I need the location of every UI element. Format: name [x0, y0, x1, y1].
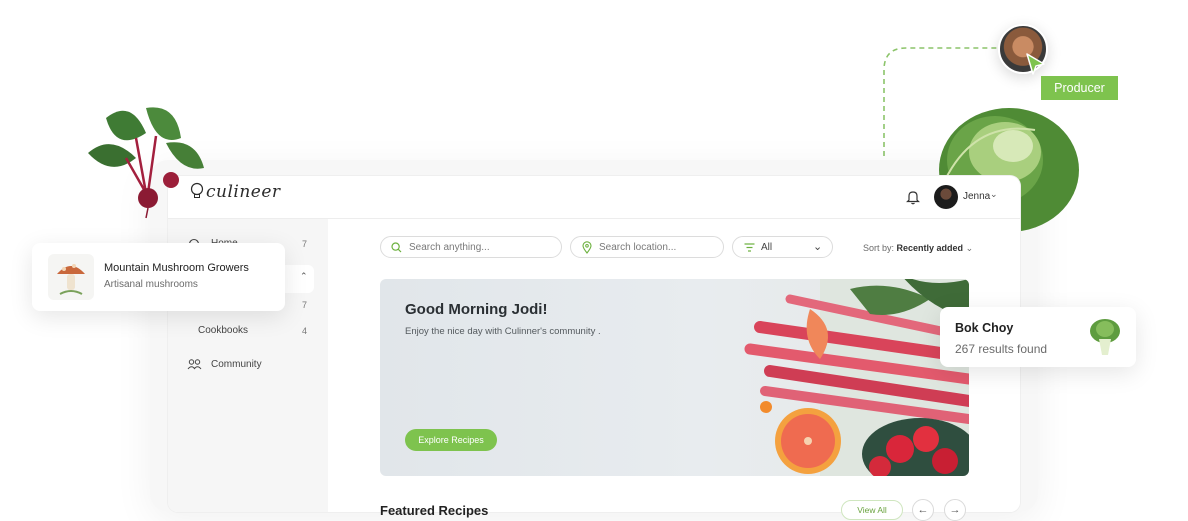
chevron-down-icon[interactable]: ⌄	[990, 189, 998, 200]
search-placeholder: Search anything...	[409, 242, 490, 253]
featured-recipes-heading: Featured Recipes	[380, 503, 489, 518]
bok-choy-icon	[1090, 319, 1120, 355]
mushroom-icon	[48, 254, 94, 300]
sidebar-count-sub: 7	[302, 300, 308, 310]
search-input[interactable]: Search anything...	[380, 236, 562, 258]
app-logo-text: culineer	[206, 182, 281, 202]
user-avatar[interactable]	[934, 185, 958, 209]
beetroot-illustration	[88, 107, 204, 219]
explore-recipes-button[interactable]: Explore Recipes	[405, 429, 497, 451]
next-arrow-button[interactable]: →	[944, 499, 966, 521]
cursor-pointer-icon	[1026, 53, 1045, 75]
user-name[interactable]: Jenna	[963, 191, 990, 202]
filter-select[interactable]: All ⌄	[732, 236, 833, 258]
search-result-title: Bok Choy	[955, 321, 1014, 335]
sort-control[interactable]: Sort by: Recently added ⌄	[863, 243, 973, 254]
view-all-button[interactable]: View All	[841, 500, 903, 520]
produce-photo	[744, 279, 969, 476]
prev-arrow-button[interactable]: ←	[912, 499, 934, 521]
sort-label: Sort by:	[863, 243, 895, 253]
location-pin-icon	[582, 241, 592, 254]
chevron-up-icon[interactable]: ⌃	[300, 271, 308, 282]
bell-icon[interactable]	[906, 189, 920, 205]
community-icon	[187, 359, 202, 370]
search-result-count: 267 results found	[955, 342, 1048, 356]
sidebar-count-home: 7	[302, 239, 308, 249]
location-placeholder: Search location...	[599, 242, 677, 253]
filter-value: All	[761, 242, 773, 253]
producer-card-title: Mountain Mushroom Growers	[104, 262, 249, 274]
chevron-down-icon: ⌄	[965, 243, 974, 253]
filter-icon	[744, 243, 755, 252]
producer-tag: Producer	[1041, 76, 1118, 100]
search-icon	[391, 242, 402, 253]
sidebar-item-community[interactable]: Community	[211, 359, 262, 370]
chevron-down-icon: ⌄	[813, 241, 823, 253]
sidebar-item-cookbooks[interactable]: Cookbooks	[198, 325, 248, 336]
top-bar: culineer Jenna ⌄	[168, 176, 1020, 219]
sidebar-count-cookbooks: 4	[302, 326, 308, 336]
location-input[interactable]: Search location...	[570, 236, 724, 258]
hero-title: Good Morning Jodi!	[405, 301, 548, 318]
producer-card[interactable]: Mountain Mushroom Growers Artisanal mush…	[32, 243, 285, 311]
search-result-card[interactable]: Bok Choy 267 results found	[940, 307, 1136, 367]
sort-value: Recently added	[896, 243, 964, 253]
hero-subtitle: Enjoy the nice day with Culinner's commu…	[405, 326, 601, 337]
producer-card-subtitle: Artisanal mushrooms	[104, 279, 198, 290]
hero-banner: Good Morning Jodi! Enjoy the nice day wi…	[380, 279, 969, 476]
